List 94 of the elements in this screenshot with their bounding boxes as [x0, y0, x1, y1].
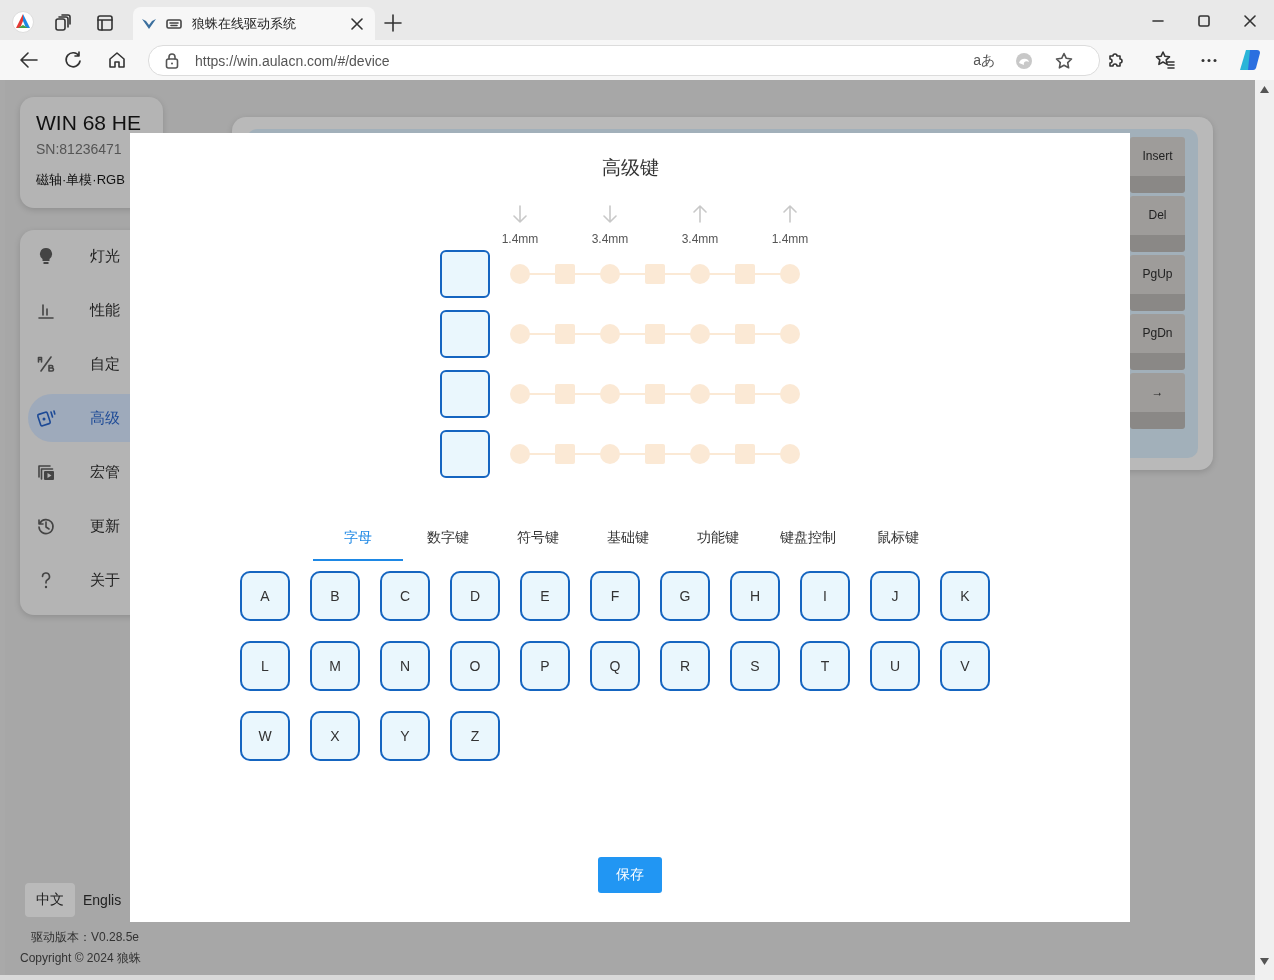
key-button[interactable]: M [310, 641, 360, 691]
favorite-star-icon[interactable] [1055, 51, 1073, 70]
key-button[interactable]: F [590, 571, 640, 621]
category-tab[interactable]: 键盘控制 [763, 516, 853, 561]
serial-number: SN:81236471 [36, 141, 123, 157]
key-button[interactable]: D [450, 571, 500, 621]
back-icon[interactable] [19, 50, 39, 70]
key-button[interactable]: H [730, 571, 780, 621]
key-button[interactable]: I [800, 571, 850, 621]
category-tab[interactable]: 符号键 [493, 516, 583, 561]
key-button[interactable]: Y [380, 711, 430, 761]
key-button[interactable]: E [520, 571, 570, 621]
key-button[interactable]: Z [450, 711, 500, 761]
scroll-down-icon[interactable] [1260, 958, 1269, 965]
history-icon [36, 516, 56, 536]
key-button[interactable]: G [660, 571, 710, 621]
nav-item[interactable]: 自定 [28, 340, 232, 388]
key-button[interactable]: Q [590, 641, 640, 691]
tab-title: 狼蛛在线驱动系统 [192, 14, 297, 33]
key-slot[interactable] [440, 430, 490, 478]
down-arrow-icon [513, 205, 527, 223]
app-logo-icon[interactable] [12, 11, 34, 33]
close-icon[interactable] [1244, 15, 1256, 27]
card-icon [36, 408, 56, 428]
nav-item[interactable]: 宏管 [28, 448, 232, 496]
lock-icon[interactable] [165, 52, 179, 69]
language-button[interactable]: 中文 [25, 883, 75, 917]
category-tab[interactable]: 基础键 [583, 516, 673, 561]
up-arrow-icon [693, 205, 707, 223]
keyboard-icon [166, 18, 182, 29]
close-tab-icon[interactable] [351, 17, 363, 30]
travel-label: 1.4mm [501, 232, 539, 246]
new-tab-icon[interactable] [384, 14, 402, 32]
key-button[interactable]: B [310, 571, 360, 621]
read-aloud-button[interactable]: aあ [973, 51, 995, 70]
device-spec: 磁轴·单模·RGB [36, 171, 126, 189]
key-slot[interactable] [440, 370, 490, 418]
key-button[interactable]: L [240, 641, 290, 691]
key-button[interactable]: K [940, 571, 990, 621]
refresh-icon[interactable] [63, 50, 83, 70]
tab-actions-icon[interactable] [95, 13, 115, 33]
up-arrow-icon [783, 205, 797, 223]
key-button[interactable]: J [870, 571, 920, 621]
keyboard-key[interactable]: Del [1130, 196, 1185, 252]
key-button[interactable]: W [240, 711, 290, 761]
down-arrow-icon [603, 205, 617, 223]
key-button[interactable]: A [240, 571, 290, 621]
more-options-icon[interactable] [1199, 59, 1219, 62]
nav-item[interactable]: 关于 [28, 556, 232, 604]
key-button[interactable]: O [450, 641, 500, 691]
ab-swap-icon [36, 354, 56, 374]
key-button[interactable]: N [380, 641, 430, 691]
key-button[interactable]: U [870, 641, 920, 691]
key-slot[interactable] [440, 310, 490, 358]
nav-item[interactable]: 灯光 [28, 232, 232, 280]
travel-label: 3.4mm [681, 232, 719, 246]
key-button[interactable]: S [730, 641, 780, 691]
key-slot[interactable] [440, 250, 490, 298]
category-tab[interactable]: 鼠标键 [853, 516, 943, 561]
category-tab[interactable]: 字母 [313, 516, 403, 561]
favorites-list-icon[interactable] [1155, 50, 1175, 70]
workspaces-icon[interactable] [53, 13, 73, 33]
key-button[interactable]: R [660, 641, 710, 691]
nav-item[interactable]: 性能 [28, 286, 232, 334]
device-name: WIN 68 HE [36, 111, 143, 135]
browser-tab[interactable]: 狼蛛在线驱动系统 [133, 7, 375, 40]
puzzle-piece-icon[interactable] [1106, 50, 1126, 70]
keyboard-key[interactable]: Insert [1130, 137, 1185, 193]
scroll-up-icon[interactable] [1260, 86, 1269, 93]
key-button[interactable]: P [520, 641, 570, 691]
keyboard-key[interactable]: PgUp [1130, 255, 1185, 311]
category-tab[interactable]: 数字键 [403, 516, 493, 561]
nav-item[interactable]: 更新 [28, 502, 232, 550]
key-button[interactable]: C [380, 571, 430, 621]
address-bar[interactable]: https://win.aulacn.com/#/device aあ [148, 45, 1100, 76]
copilot-icon[interactable] [1238, 49, 1262, 71]
macro-play-icon [36, 462, 56, 482]
wolf-spider-logo-icon [141, 16, 157, 31]
travel-label: 3.4mm [591, 232, 629, 246]
version-text: 驱动版本：V0.28.5e [31, 929, 141, 946]
language-button[interactable]: Englis [75, 884, 133, 916]
copyright-text: Copyright © 2024 狼蛛 [20, 950, 142, 967]
scrollbar[interactable] [1255, 80, 1274, 980]
key-button[interactable]: T [800, 641, 850, 691]
dialog-title: 高级键 [601, 156, 659, 180]
key-button[interactable]: X [310, 711, 360, 761]
travel-label: 1.4mm [771, 232, 809, 246]
keyboard-key[interactable]: PgDn [1130, 314, 1185, 370]
keyboard-key[interactable]: → [1130, 373, 1185, 429]
url-text: https://win.aulacn.com/#/device [195, 52, 391, 69]
category-tab[interactable]: 功能键 [673, 516, 763, 561]
maximize-icon[interactable] [1198, 15, 1210, 27]
key-button[interactable]: V [940, 641, 990, 691]
home-icon[interactable] [107, 50, 127, 70]
